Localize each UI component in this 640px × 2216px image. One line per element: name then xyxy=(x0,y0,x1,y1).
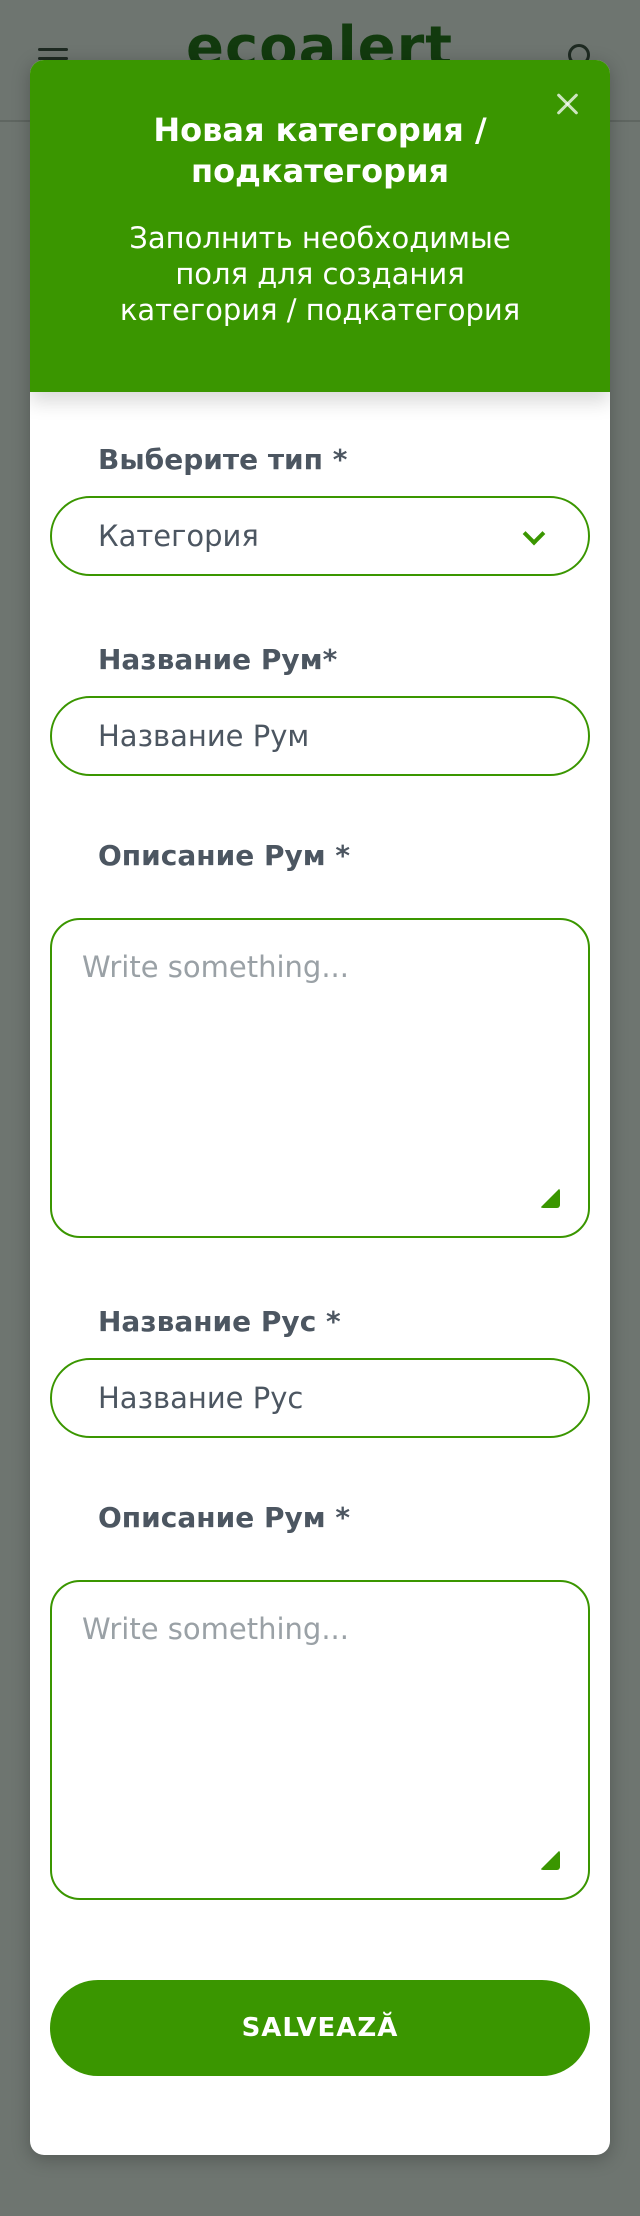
desc-rus-textarea[interactable]: Write something... xyxy=(50,1580,590,1900)
name-rum-label: Название Рум* xyxy=(98,643,338,676)
save-button[interactable]: SALVEAZĂ xyxy=(50,1980,590,2076)
name-rum-input[interactable]: Название Рум xyxy=(50,696,590,776)
resize-handle-icon[interactable] xyxy=(540,1850,560,1870)
modal-subtitle: Заполнить необходимые поля для создания … xyxy=(119,221,521,327)
name-rus-input[interactable]: Название Рус xyxy=(50,1358,590,1438)
category-modal: Новая категория / подкатегория Заполнить… xyxy=(30,60,610,2155)
close-icon[interactable] xyxy=(554,90,582,118)
desc-rus-placeholder: Write something... xyxy=(82,1612,349,1646)
resize-handle-icon[interactable] xyxy=(540,1188,560,1208)
name-rum-placeholder: Название Рум xyxy=(98,719,310,753)
type-label: Выберите тип * xyxy=(98,443,348,476)
chevron-down-icon xyxy=(522,522,546,546)
desc-rus-label: Описание Рум * xyxy=(98,1501,351,1534)
type-select-value: Категория xyxy=(98,519,259,553)
desc-rum-placeholder: Write something... xyxy=(82,950,349,984)
modal-title: Новая категория / подкатегория xyxy=(153,111,487,190)
type-select[interactable]: Категория xyxy=(50,496,590,576)
modal-header: Новая категория / подкатегория Заполнить… xyxy=(30,60,610,392)
name-rus-label: Название Рус * xyxy=(98,1305,341,1338)
desc-rum-textarea[interactable]: Write something... xyxy=(50,918,590,1238)
desc-rum-label: Описание Рум * xyxy=(98,839,351,872)
name-rus-placeholder: Название Рус xyxy=(98,1381,304,1415)
